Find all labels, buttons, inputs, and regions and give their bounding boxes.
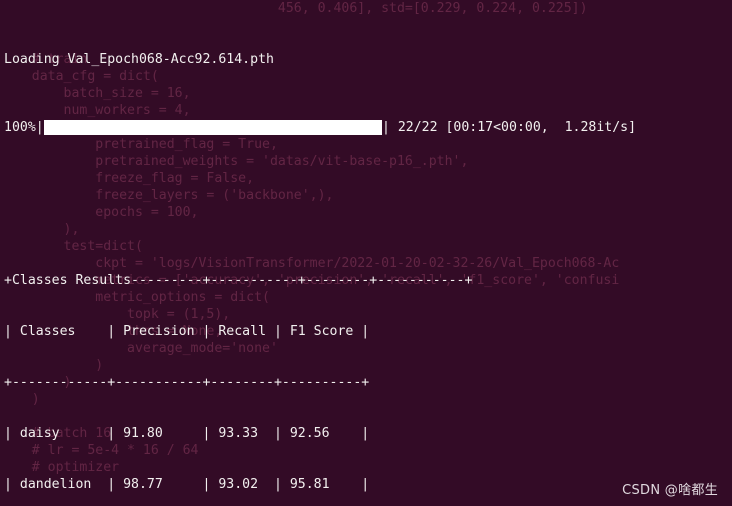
- csdn-watermark: CSDN @啥都生: [622, 483, 718, 498]
- progress-percent-label: 100%: [4, 120, 36, 135]
- table-row: | daisy | 91.80 | 93.33 | 92.56 |: [4, 426, 370, 441]
- loading-line: Loading Val_Epoch068-Acc92.614.pth: [4, 52, 274, 67]
- console-output: Loading Val_Epoch068-Acc92.614.pth 100% |…: [0, 0, 732, 506]
- terminal-window: 456, 0.406], std=[0.229, 0.224, 0.225]) …: [0, 0, 732, 506]
- progress-bar-fill: [43, 120, 382, 135]
- progress-bar-row: 100% | | 22/22 [00:17<00:00, 1.28it/s]: [0, 119, 732, 136]
- classes-results-header-row: | Classes | Precision | Recall | F1 Scor…: [4, 324, 370, 339]
- spacer-line-1: [0, 187, 732, 204]
- classes-results-top-border: +Classes Results---------+-----------+--…: [4, 273, 473, 288]
- progress-left-bracket: |: [35, 120, 44, 135]
- progress-suffix: | 22/22 [00:17<00:00, 1.28it/s]: [381, 120, 637, 135]
- classes-results-divider: +------------+-----------+--------+-----…: [4, 375, 370, 390]
